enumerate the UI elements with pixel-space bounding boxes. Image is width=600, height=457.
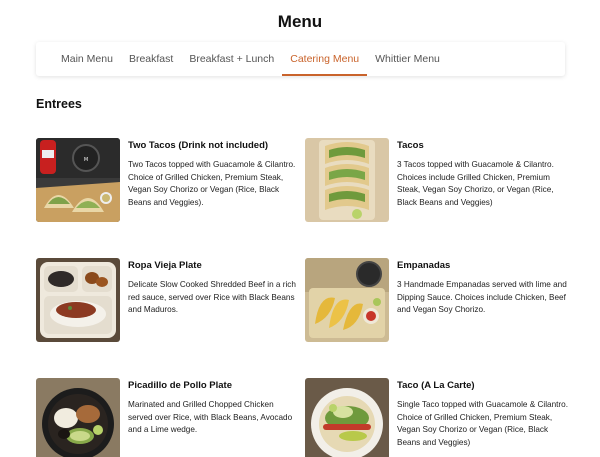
item-name: Empanadas	[397, 260, 451, 271]
item-name: Ropa Vieja Plate	[128, 260, 202, 271]
item-description: Two Tacos topped with Guacamole & Cilant…	[128, 160, 296, 207]
item-description: Single Taco topped with Guacamole & Cila…	[397, 400, 568, 447]
menu-item-empanadas[interactable]: Empanadas 3 Handmade Empanadas served wi…	[305, 258, 567, 348]
tab-catering-menu[interactable]: Catering Menu	[282, 42, 368, 76]
menu-item-picadillo-de-pollo-plate[interactable]: Picadillo de Pollo Plate Marinated and G…	[36, 378, 296, 457]
ropa-vieja-photo[interactable]	[36, 258, 120, 342]
menu-item-two-tacos[interactable]: M Two Tacos (Drink not included) Two Tac…	[36, 138, 296, 228]
menu-tabs: Main Menu Breakfast Breakfast + Lunch Ca…	[36, 42, 565, 76]
item-description: 3 Tacos topped with Guacamole & Cilantro…	[397, 160, 554, 207]
menu-item-taco-a-la-carte[interactable]: Taco (A La Carte) Single Taco topped wit…	[305, 378, 568, 457]
svg-text:M: M	[84, 157, 88, 163]
tacos-photo[interactable]	[305, 138, 389, 222]
two-tacos-photo[interactable]: M	[36, 138, 120, 222]
item-description: Marinated and Grilled Chopped Chicken se…	[128, 400, 293, 435]
item-name: Tacos	[397, 140, 424, 151]
item-name: Picadillo de Pollo Plate	[128, 380, 232, 391]
menu-item-ropa-vieja-plate[interactable]: Ropa Vieja Plate Delicate Slow Cooked Sh…	[36, 258, 296, 348]
empanadas-photo[interactable]	[305, 258, 389, 342]
tab-breakfast[interactable]: Breakfast	[121, 42, 181, 76]
item-name: Two Tacos (Drink not included)	[128, 140, 269, 151]
picadillo-photo[interactable]	[36, 378, 120, 457]
taco-a-la-carte-photo[interactable]	[305, 378, 389, 457]
tab-main-menu[interactable]: Main Menu	[53, 42, 121, 76]
tab-breakfast-lunch[interactable]: Breakfast + Lunch	[181, 42, 282, 76]
tab-whittier-menu[interactable]: Whittier Menu	[367, 42, 448, 76]
menu-item-tacos[interactable]: Tacos 3 Tacos topped with Guacamole & Ci…	[305, 138, 565, 228]
item-description: 3 Handmade Empanadas served with lime an…	[397, 280, 567, 315]
item-description: Delicate Slow Cooked Shredded Beef in a …	[128, 280, 296, 315]
section-title-entrees: Entrees	[36, 97, 82, 111]
item-name: Taco (A La Carte)	[397, 380, 475, 391]
page-title: Menu	[277, 12, 323, 31]
